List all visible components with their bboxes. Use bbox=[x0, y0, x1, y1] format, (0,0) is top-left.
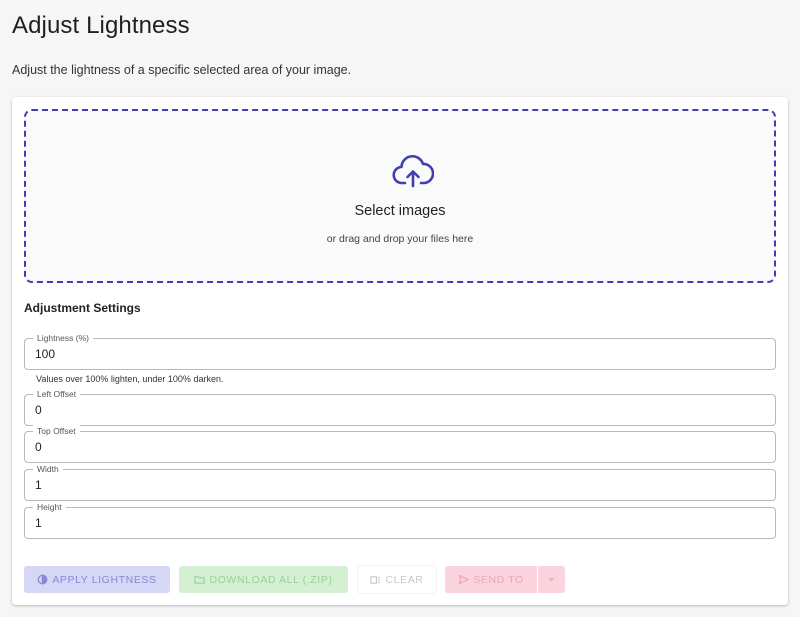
left-offset-input[interactable] bbox=[35, 403, 735, 417]
image-dropzone[interactable]: Select images or drag and drop your file… bbox=[24, 109, 776, 283]
clear-button[interactable]: Clear bbox=[358, 566, 436, 593]
apply-lightness-button[interactable]: Apply Lightness bbox=[24, 566, 170, 593]
page-description: Adjust the lightness of a specific selec… bbox=[12, 63, 352, 77]
clear-icon bbox=[370, 576, 381, 584]
send-icon bbox=[459, 574, 469, 585]
dropzone-title: Select images bbox=[354, 203, 446, 219]
main-card: Select images or drag and drop your file… bbox=[12, 97, 788, 605]
send-to-button[interactable]: Send To bbox=[445, 566, 537, 593]
height-input[interactable] bbox=[35, 516, 735, 530]
lightness-input[interactable] bbox=[35, 347, 735, 361]
top-offset-input[interactable] bbox=[35, 440, 735, 454]
folder-icon bbox=[194, 576, 206, 584]
page-title: Adjust Lightness bbox=[12, 12, 190, 39]
settings-title: Adjustment Settings bbox=[24, 301, 141, 315]
width-label: Width bbox=[33, 463, 63, 475]
height-label: Height bbox=[33, 501, 66, 513]
caret-down-icon bbox=[548, 578, 555, 582]
left-offset-field: Left Offset bbox=[24, 388, 776, 426]
send-to-label: Send To bbox=[473, 573, 524, 586]
apply-lightness-label: Apply Lightness bbox=[52, 573, 157, 586]
download-all-button[interactable]: Download All (.zip) bbox=[179, 566, 348, 593]
top-offset-label: Top Offset bbox=[33, 425, 80, 437]
width-field: Width bbox=[24, 463, 776, 501]
top-offset-field: Top Offset bbox=[24, 425, 776, 463]
lightness-label: Lightness (%) bbox=[33, 332, 93, 344]
send-to-menu-button[interactable] bbox=[538, 566, 565, 593]
width-input[interactable] bbox=[35, 478, 735, 492]
lightness-field: Lightness (%) bbox=[24, 332, 776, 370]
download-all-label: Download All (.zip) bbox=[209, 573, 333, 586]
cloud-upload-icon bbox=[392, 155, 434, 188]
height-field: Height bbox=[24, 501, 776, 539]
clear-label: Clear bbox=[385, 573, 424, 586]
lightness-icon bbox=[37, 574, 48, 585]
dropzone-subtitle: or drag and drop your files here bbox=[326, 233, 474, 245]
lightness-helper-text: Values over 100% lighten, under 100% dar… bbox=[36, 374, 224, 384]
left-offset-label: Left Offset bbox=[33, 388, 81, 400]
